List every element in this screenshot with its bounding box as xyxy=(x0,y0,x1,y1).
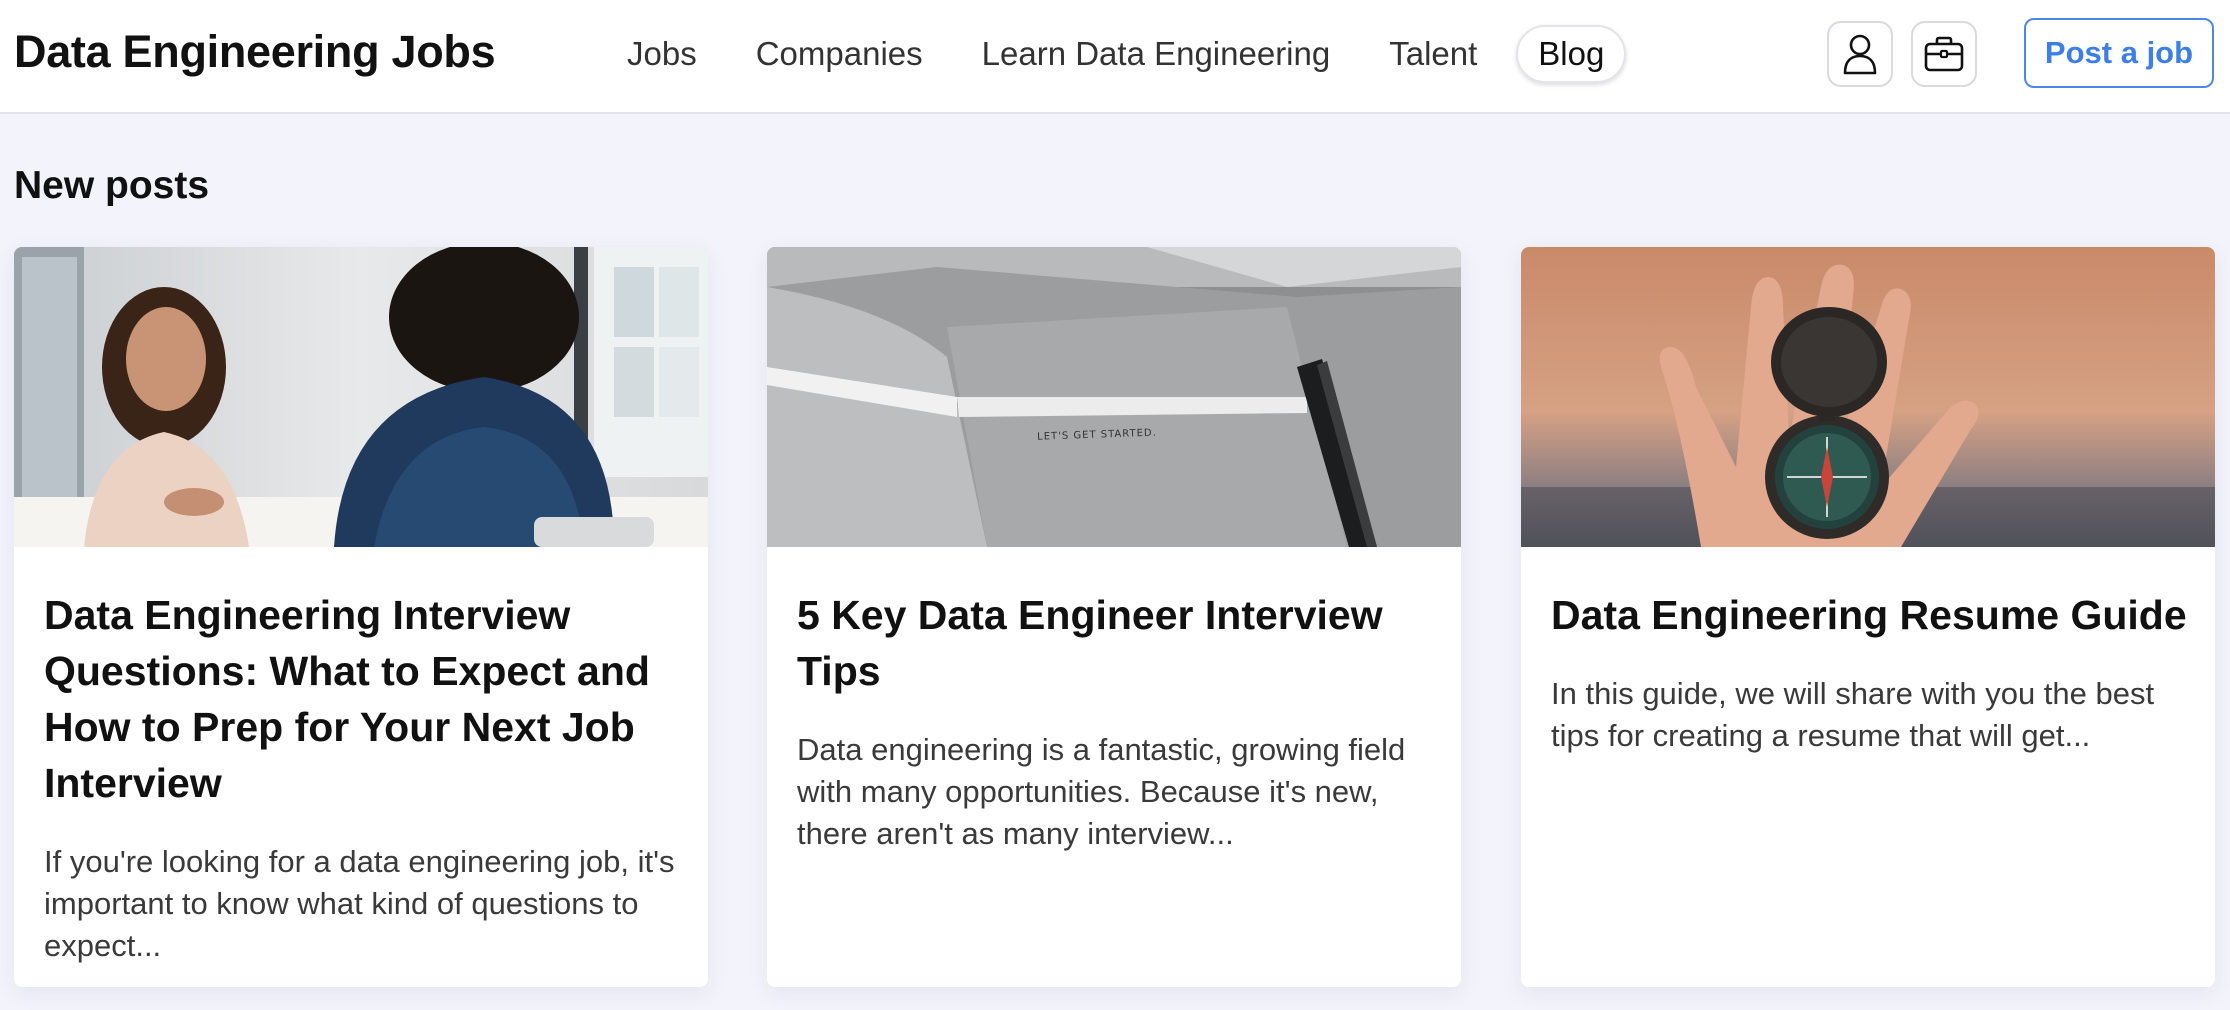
section-title: New posts xyxy=(14,164,210,207)
post-image-compass xyxy=(1521,247,2215,547)
post-title[interactable]: Data Engineering Resume Guide xyxy=(1551,587,2191,643)
post-card[interactable]: LET'S GET STARTED. 5 Key Data Engineer I… xyxy=(767,247,1461,987)
post-excerpt: Data engineering is a fantastic, growing… xyxy=(797,732,1406,851)
post-title[interactable]: Data Engineering Interview Questions: Wh… xyxy=(44,587,684,811)
site-logo[interactable]: Data Engineering Jobs xyxy=(14,26,496,78)
nav-learn-data-engineering[interactable]: Learn Data Engineering xyxy=(962,25,1351,83)
post-excerpt: In this guide, we will share with you th… xyxy=(1551,676,2155,753)
account-button[interactable] xyxy=(1827,21,1893,87)
nav-blog[interactable]: Blog xyxy=(1516,25,1627,83)
post-image-interview xyxy=(14,247,708,547)
post-a-job-button[interactable]: Post a job xyxy=(2024,18,2214,88)
post-card[interactable]: Data Engineering Resume Guide In this gu… xyxy=(1521,247,2215,987)
nav-talent[interactable]: Talent xyxy=(1369,25,1497,83)
employer-button[interactable] xyxy=(1911,21,1977,87)
post-title[interactable]: 5 Key Data Engineer Interview Tips xyxy=(797,587,1437,699)
post-excerpt: If you're looking for a data engineering… xyxy=(44,844,675,963)
post-card[interactable]: Data Engineering Interview Questions: Wh… xyxy=(14,247,708,987)
user-icon xyxy=(1843,34,1877,75)
nav-jobs[interactable]: Jobs xyxy=(612,25,717,83)
post-image-notebook: LET'S GET STARTED. xyxy=(767,247,1461,547)
nav-companies[interactable]: Companies xyxy=(736,25,943,83)
briefcase-icon xyxy=(1924,36,1964,72)
site-header: Data Engineering Jobs Jobs Companies Lea… xyxy=(0,0,2230,114)
main-nav: Jobs Companies Learn Data Engineering Ta… xyxy=(612,24,1645,84)
